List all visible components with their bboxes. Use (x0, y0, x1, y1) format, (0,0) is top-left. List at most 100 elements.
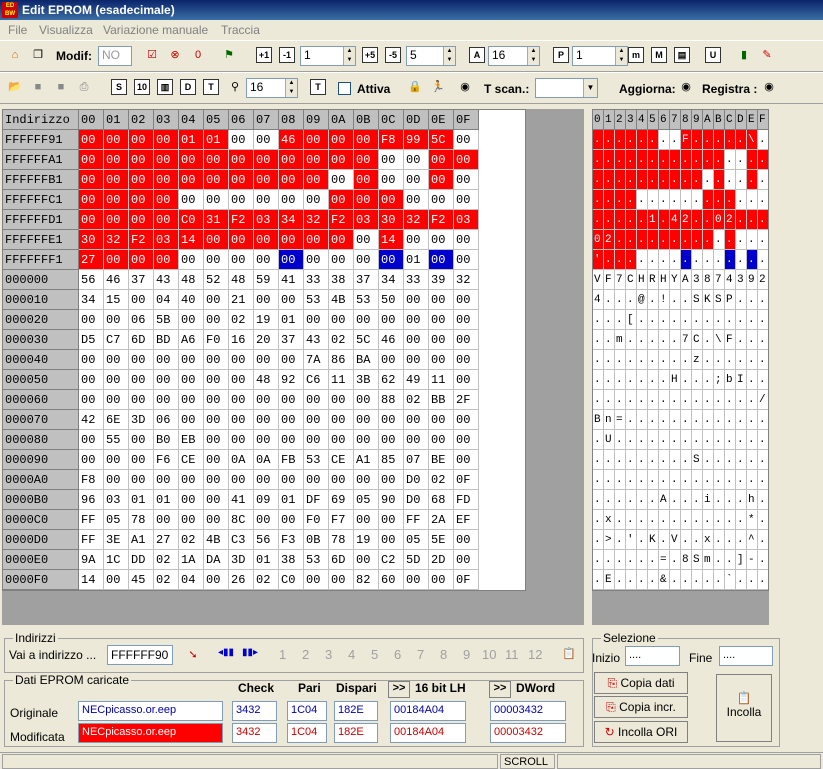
hex-cell[interactable]: 00 (104, 250, 129, 270)
hex-cell[interactable]: 3D (229, 550, 254, 570)
ascii-cell[interactable]: . (747, 210, 758, 230)
hex-cell[interactable]: 01 (204, 130, 229, 150)
hex-cell[interactable]: 41 (229, 490, 254, 510)
ascii-cell[interactable]: . (670, 510, 681, 530)
ascii-cell[interactable]: . (670, 450, 681, 470)
ascii-cell[interactable]: B (593, 410, 604, 430)
hex-cell[interactable]: 00 (204, 370, 229, 390)
ascii-cell[interactable]: . (703, 330, 714, 350)
ascii-cell[interactable]: . (747, 150, 758, 170)
menu-variazione-manuale[interactable]: Variazione manuale (103, 23, 208, 37)
ascii-cell[interactable]: . (681, 390, 692, 410)
ascii-cell[interactable]: . (714, 350, 725, 370)
hex-cell[interactable]: 00 (129, 450, 154, 470)
page-btn-12[interactable]: 12 (528, 647, 542, 662)
record-dot-icon[interactable]: ◉ (454, 77, 476, 99)
ascii-cell[interactable]: . (593, 510, 604, 530)
ascii-cell[interactable]: . (670, 290, 681, 310)
hex-cell[interactable]: 00 (379, 250, 404, 270)
registra-dot-icon[interactable]: ◉ (758, 77, 780, 99)
ascii-cell[interactable]: . (615, 450, 626, 470)
ascii-cell[interactable]: . (626, 470, 637, 490)
hex-cell[interactable]: 06 (154, 410, 179, 430)
hex-cell[interactable]: 01 (154, 490, 179, 510)
hex-cell[interactable]: 00 (329, 570, 354, 590)
ascii-cell[interactable]: . (758, 490, 768, 510)
ascii-cell[interactable]: . (648, 130, 659, 150)
ascii-cell[interactable]: . (725, 450, 736, 470)
hex-cell[interactable]: 78 (129, 510, 154, 530)
hex-cell[interactable]: 00 (404, 430, 429, 450)
page-btn-4[interactable]: 4 (348, 647, 355, 662)
ascii-cell[interactable]: P (725, 290, 736, 310)
ascii-cell[interactable]: . (648, 470, 659, 490)
ascii-cell[interactable]: . (714, 190, 725, 210)
ascii-cell[interactable]: . (681, 370, 692, 390)
ascii-cell[interactable]: . (725, 470, 736, 490)
ascii-cell[interactable]: . (703, 170, 714, 190)
ascii-cell[interactable]: . (758, 470, 768, 490)
ascii-cell[interactable]: . (714, 170, 725, 190)
ascii-cell[interactable]: . (747, 230, 758, 250)
ascii-cell[interactable]: S (692, 450, 703, 470)
ascii-cell[interactable]: \ (714, 330, 725, 350)
ascii-cell[interactable]: . (703, 310, 714, 330)
hex-cell[interactable]: 00 (129, 430, 154, 450)
hex-cell[interactable]: 00 (229, 130, 254, 150)
hex-cell[interactable]: 00 (254, 230, 279, 250)
hex-cell[interactable]: 00 (354, 250, 379, 270)
ascii-cell[interactable]: \ (747, 130, 758, 150)
ascii-cell[interactable]: . (637, 170, 648, 190)
hex-cell[interactable]: 07 (404, 450, 429, 470)
hex-cell[interactable]: 00 (254, 430, 279, 450)
ascii-cell[interactable]: . (670, 310, 681, 330)
hex-cell[interactable]: 00 (304, 390, 329, 410)
ascii-cell[interactable]: . (670, 130, 681, 150)
ascii-cell[interactable]: . (725, 490, 736, 510)
hex-cell[interactable]: 33 (304, 270, 329, 290)
ascii-cell[interactable]: . (714, 450, 725, 470)
hex-cell[interactable]: 26 (229, 570, 254, 590)
hex-cell[interactable]: 55 (104, 430, 129, 450)
ascii-cell[interactable]: . (626, 490, 637, 510)
hex-cell[interactable]: 00 (179, 370, 204, 390)
hex-cell[interactable]: 00 (454, 290, 479, 310)
ascii-cell[interactable]: . (736, 350, 747, 370)
hex-cell[interactable]: F6 (154, 450, 179, 470)
hex-cell[interactable]: 00 (104, 130, 129, 150)
hex-cell[interactable]: BD (154, 330, 179, 350)
ascii-cell[interactable]: 4 (725, 270, 736, 290)
hex-cell[interactable]: 00 (304, 470, 329, 490)
ascii-cell[interactable]: . (648, 490, 659, 510)
menu-traccia[interactable]: Traccia (221, 23, 260, 37)
edit-tool-icon[interactable]: ✎ (756, 45, 778, 67)
ascii-cell[interactable]: ; (714, 370, 725, 390)
ascii-cell[interactable]: . (604, 490, 615, 510)
hex-cell[interactable]: FF (404, 510, 429, 530)
hex-cell[interactable]: 01 (254, 550, 279, 570)
ascii-cell[interactable]: R (648, 270, 659, 290)
hex-cell[interactable]: 00 (179, 250, 204, 270)
hex-cell[interactable]: 8C (229, 510, 254, 530)
ascii-cell[interactable]: . (637, 330, 648, 350)
ascii-cell[interactable]: . (615, 390, 626, 410)
ascii-cell[interactable]: . (670, 150, 681, 170)
ascii-cell[interactable]: . (615, 350, 626, 370)
hex-cell[interactable]: 00 (79, 370, 104, 390)
ascii-cell[interactable]: . (659, 410, 670, 430)
hex-cell[interactable]: A6 (179, 330, 204, 350)
ascii-cell[interactable]: . (659, 130, 670, 150)
ascii-cell[interactable]: . (626, 130, 637, 150)
hex-cell[interactable]: 00 (104, 470, 129, 490)
hex-cell[interactable]: 78 (329, 530, 354, 550)
hex-cell[interactable]: 11 (429, 370, 454, 390)
hex-cell[interactable]: 00 (229, 370, 254, 390)
ascii-cell[interactable]: . (681, 510, 692, 530)
ascii-cell[interactable]: > (604, 530, 615, 550)
ascii-cell[interactable]: . (714, 230, 725, 250)
hex-cell[interactable]: 00 (104, 190, 129, 210)
ascii-cell[interactable]: . (637, 190, 648, 210)
ascii-cell[interactable]: F (681, 130, 692, 150)
hex-cell[interactable]: 00 (204, 510, 229, 530)
hex-cell[interactable]: 00 (454, 330, 479, 350)
